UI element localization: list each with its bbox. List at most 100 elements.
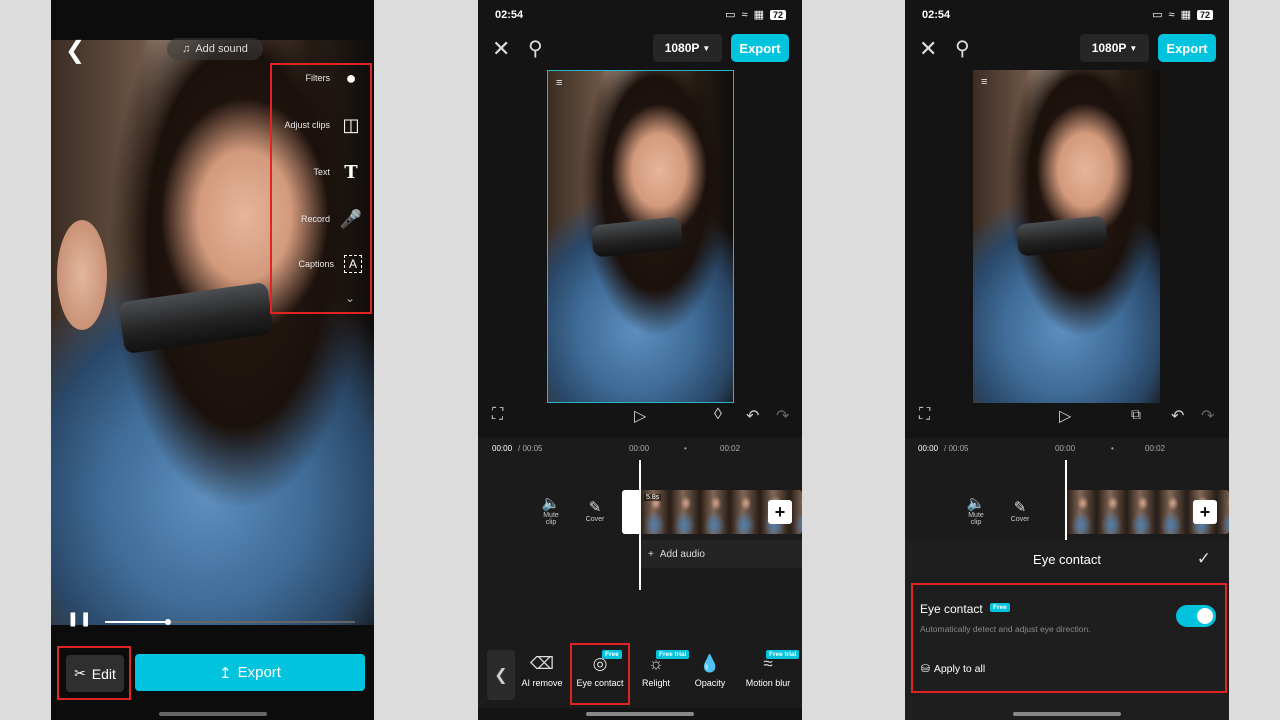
free-badge: Free (990, 603, 1010, 612)
free-trial-badge: Free trial (656, 650, 690, 659)
clip-trim-handle[interactable] (622, 490, 640, 534)
home-indicator (586, 712, 694, 716)
tool-ai-remove[interactable]: ⌫ AI remove (518, 644, 566, 706)
video-preview[interactable]: ≡ (547, 70, 734, 403)
check-icon[interactable]: ✓ (1197, 549, 1211, 569)
ruler-mark: 00:02 (1145, 444, 1166, 453)
microphone-image (590, 216, 684, 258)
status-time: 02:54 (922, 9, 951, 21)
keyframe-icon[interactable]: ◊ (714, 406, 722, 424)
close-icon[interactable]: ✕ (492, 36, 510, 62)
mute-clip-button[interactable]: 🔈 Mute clip (963, 494, 989, 526)
progress-knob[interactable] (165, 619, 171, 625)
pencil-icon: ✎ (588, 499, 602, 516)
add-clip-button[interactable]: + (768, 500, 792, 524)
add-audio-button[interactable]: + Add audio (640, 540, 802, 568)
resolution-label: 1080P (1091, 41, 1127, 55)
side-item-text[interactable]: Text T (313, 161, 362, 183)
captions-icon: A (344, 255, 362, 273)
sim-icon: ▦ (1180, 9, 1191, 21)
redo-icon[interactable]: ↷ (1201, 406, 1214, 426)
speaker-icon: 🔈 (541, 495, 561, 512)
export-button[interactable]: Export (731, 34, 789, 62)
cover-button[interactable]: ✎ Cover (582, 498, 608, 523)
fullscreen-icon[interactable]: ⛶ (919, 406, 930, 424)
eye-contact-toggle[interactable] (1176, 605, 1216, 627)
undo-icon[interactable]: ↶ (1171, 406, 1184, 426)
search-icon[interactable]: ⚲ (528, 36, 543, 61)
playback-bar: ❚❚ (51, 608, 374, 636)
redo-icon[interactable]: ↷ (776, 406, 789, 426)
eraser-icon: ⌫ (529, 654, 555, 673)
undo-icon[interactable]: ↶ (746, 406, 759, 426)
chevron-down-icon[interactable]: ⌄ (345, 291, 355, 305)
eye-contact-highlight (570, 643, 630, 705)
editor-topbar: ✕ ⚲ 1080P ▼ Export (905, 34, 1229, 66)
battery-icon: 72 (769, 9, 786, 20)
clip-thumbnail (1127, 490, 1157, 534)
sim-icon: ▦ (753, 9, 764, 21)
tool-relight[interactable]: Free trial ☼ Relight (632, 644, 690, 706)
pause-icon[interactable]: ❚❚ (67, 610, 92, 627)
side-item-filters[interactable]: Filters ● (306, 67, 363, 89)
tool-motion-blur[interactable]: Free trial ≈ Motion blur (738, 644, 800, 706)
clip-thumbnail (730, 490, 760, 534)
side-item-label: Filters (305, 73, 331, 83)
add-clip-button[interactable]: + (1193, 500, 1217, 524)
current-time: 00:00 (492, 444, 513, 453)
toggle-knob (1197, 608, 1213, 624)
video-preview[interactable]: ≡ (973, 70, 1160, 403)
export-button[interactable]: Export (1158, 34, 1216, 62)
ruler-mark: 00:00 (1055, 444, 1076, 453)
edit-highlight: ✂ Edit (57, 646, 131, 700)
compare-icon[interactable]: ⧉ (1131, 406, 1141, 423)
bottom-bar: ✂ Edit ↥ Export (51, 640, 374, 720)
tool-opacity[interactable]: 💧 Opacity (686, 644, 734, 706)
playhead[interactable] (639, 460, 641, 590)
layers-icon: ⛁ (921, 663, 930, 675)
apply-to-all-button[interactable]: ⛁ Apply to all (921, 663, 985, 675)
wifi-icon: ≈ (741, 8, 748, 21)
mute-clip-button[interactable]: 🔈 Mute clip (538, 494, 564, 526)
text-icon: T (344, 161, 358, 183)
resolution-dropdown[interactable]: 1080P ▼ (653, 34, 722, 62)
close-icon[interactable]: ✕ (919, 36, 937, 62)
export-button[interactable]: ↥ Export (135, 654, 365, 691)
ruler-mark: 00:00 (629, 444, 650, 453)
total-time: / 00:05 (944, 444, 969, 453)
play-icon[interactable]: ▷ (634, 406, 646, 426)
playhead[interactable] (1065, 460, 1067, 540)
fullscreen-icon[interactable]: ⛶ (492, 406, 503, 424)
add-sound-button[interactable]: ♫ Add sound (167, 38, 263, 60)
side-item-captions[interactable]: Captions A (298, 255, 362, 273)
progress-track[interactable] (105, 619, 355, 625)
music-note-icon: ♫ (182, 43, 191, 55)
cover-button[interactable]: ✎ Cover (1007, 498, 1033, 523)
clip-thumbnail (1067, 490, 1097, 534)
caret-down-icon: ▼ (702, 43, 711, 53)
clip-thumbnail (700, 490, 730, 534)
playback-controls: ⛶ ▷ ⧉ ↶ ↷ (905, 404, 1229, 430)
back-icon[interactable]: ❮ (65, 36, 85, 65)
clip-duration: 5.8s (644, 494, 662, 501)
chevron-left-icon[interactable]: ❮ (487, 650, 515, 700)
total-time: / 00:05 (518, 444, 543, 453)
side-item-adjust-clips[interactable]: Adjust clips ◫ (284, 114, 362, 136)
edit-button[interactable]: ✂ Edit (66, 655, 124, 692)
microphone-icon: 🎤 (339, 208, 363, 229)
search-icon[interactable]: ⚲ (955, 36, 970, 61)
hand-image (57, 220, 107, 330)
cover-label: Cover (1010, 516, 1030, 523)
side-item-record[interactable]: Record 🎤 (301, 208, 362, 230)
resolution-dropdown[interactable]: 1080P ▼ (1080, 34, 1149, 62)
home-indicator (159, 712, 267, 716)
ruler-dot: • (684, 444, 687, 453)
panel-title: Eye contact (1033, 552, 1101, 567)
clip-thumbnail (1157, 490, 1187, 534)
side-menu-highlight: Filters ● Adjust clips ◫ Text T Record 🎤… (270, 63, 372, 314)
play-icon[interactable]: ▷ (1059, 406, 1071, 426)
tool-label: Motion blur (745, 678, 791, 688)
phone-screen-editor-tools: 02:54 ▭ ≈ ▦ 72 ✕ ⚲ 1080P ▼ Export ≡ ⛶ ▷ … (478, 0, 802, 720)
progress-fill (105, 621, 165, 623)
tool-label: AI remove (521, 678, 563, 688)
